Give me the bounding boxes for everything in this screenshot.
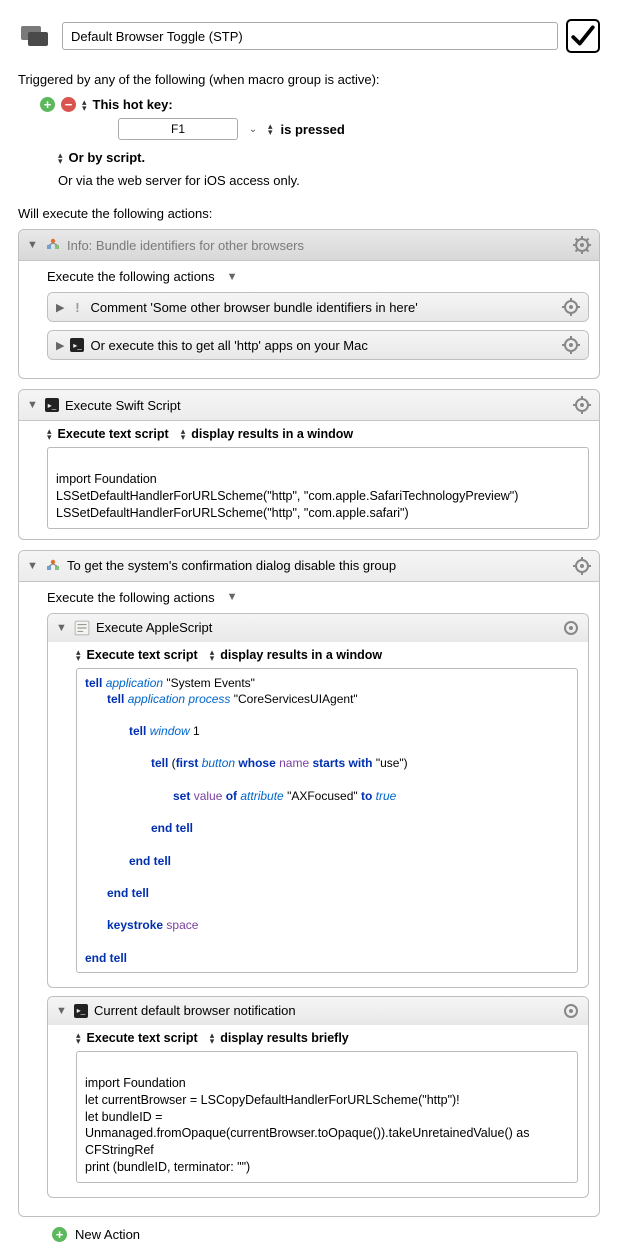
opt-display: display results briefly: [220, 1031, 349, 1045]
terminal-icon: ▸_: [45, 398, 59, 412]
notify-code[interactable]: import Foundation let currentBrowser = L…: [76, 1051, 578, 1183]
execute-actions-label: Execute the following actions: [47, 590, 215, 605]
comment-action: ▶ ! Comment 'Some other browser bundle i…: [47, 292, 589, 322]
display-stepper[interactable]: ▴▾: [210, 649, 215, 661]
or-script-label: Or by script.: [69, 150, 146, 165]
opt-exec-text: Execute text script: [87, 1031, 198, 1045]
hot-key-label: This hot key:: [93, 97, 173, 112]
triggered-label: Triggered by any of the following (when …: [18, 72, 600, 87]
script-type-stepper[interactable]: ▴▾: [76, 649, 81, 661]
disclosure-toggle[interactable]: ▼: [56, 622, 68, 634]
macro-title-input[interactable]: [62, 22, 558, 50]
opt-exec-text: Execute text script: [58, 427, 169, 441]
hotkey-field[interactable]: F1: [118, 118, 238, 140]
enabled-checkbox[interactable]: [566, 19, 600, 53]
swift-code[interactable]: import Foundation LSSetDefaultHandlerFor…: [47, 447, 589, 529]
group-info: ▼ Info: Bundle identifiers for other bro…: [18, 229, 600, 379]
confirm-group: ▼ To get the system's confirmation dialo…: [18, 550, 600, 1218]
applescript-code[interactable]: tell application "System Events" tell ap…: [76, 668, 578, 973]
group-info-title: Info: Bundle identifiers for other brows…: [67, 238, 567, 253]
script-type-stepper[interactable]: ▴▾: [76, 1032, 81, 1044]
group-icon: [45, 558, 61, 574]
comment-title: Comment 'Some other browser bundle ident…: [90, 300, 556, 315]
applescript-icon: [74, 620, 90, 636]
opt-display: display results in a window: [191, 427, 353, 441]
actions-disclosure[interactable]: ▼: [227, 271, 239, 283]
execute-actions-label: Execute the following actions: [47, 269, 215, 284]
swift-script-action: ▼ ▸_ Execute Swift Script ▴▾ Execute tex…: [18, 389, 600, 540]
swift-title: Execute Swift Script: [65, 398, 567, 413]
confirm-group-title: To get the system's confirmation dialog …: [67, 558, 567, 573]
hotkey-dropdown[interactable]: ⌄: [246, 120, 260, 138]
gear-icon[interactable]: [573, 557, 591, 575]
macro-icon: [18, 18, 54, 54]
pressed-stepper[interactable]: ▴▾: [268, 123, 273, 135]
add-action-button[interactable]: +: [52, 1227, 67, 1242]
disclosure-toggle[interactable]: ▶: [56, 339, 64, 352]
gear-icon[interactable]: [562, 619, 580, 637]
gear-icon[interactable]: [573, 396, 591, 414]
display-stepper[interactable]: ▴▾: [210, 1032, 215, 1044]
remove-trigger-button[interactable]: −: [61, 97, 76, 112]
group-icon: [45, 237, 61, 253]
disclosure-toggle[interactable]: ▼: [56, 1005, 68, 1017]
gear-icon[interactable]: [573, 236, 591, 254]
disclosure-toggle[interactable]: ▼: [27, 560, 39, 572]
opt-exec-text: Execute text script: [87, 648, 198, 662]
applescript-title: Execute AppleScript: [96, 620, 556, 635]
terminal-action: ▶ ▸_ Or execute this to get all 'http' a…: [47, 330, 589, 360]
notification-action: ▼ ▸_ Current default browser notificatio…: [47, 996, 589, 1198]
terminal-title: Or execute this to get all 'http' apps o…: [90, 338, 556, 353]
applescript-action: ▼ Execute AppleScript ▴▾ Execute text sc…: [47, 613, 589, 988]
notification-title: Current default browser notification: [94, 1003, 556, 1018]
disclosure-toggle[interactable]: ▶: [56, 301, 64, 314]
script-type-stepper[interactable]: ▴▾: [47, 428, 52, 440]
gear-icon[interactable]: [562, 336, 580, 354]
add-trigger-button[interactable]: +: [40, 97, 55, 112]
gear-icon[interactable]: [562, 1002, 580, 1020]
script-stepper[interactable]: ▴▾: [58, 152, 63, 164]
web-server-label: Or via the web server for iOS access onl…: [58, 173, 600, 188]
gear-icon[interactable]: [562, 298, 580, 316]
opt-display: display results in a window: [220, 648, 382, 662]
will-execute-label: Will execute the following actions:: [18, 206, 600, 221]
disclosure-toggle[interactable]: ▼: [27, 399, 39, 411]
terminal-icon: ▸_: [70, 338, 84, 352]
actions-disclosure[interactable]: ▼: [227, 591, 239, 603]
trigger-stepper[interactable]: ▴▾: [82, 99, 87, 111]
comment-icon: !: [70, 300, 84, 315]
new-action-label: New Action: [75, 1227, 140, 1242]
is-pressed-label: is pressed: [281, 122, 345, 137]
display-stepper[interactable]: ▴▾: [181, 428, 186, 440]
disclosure-toggle[interactable]: ▼: [27, 239, 39, 251]
